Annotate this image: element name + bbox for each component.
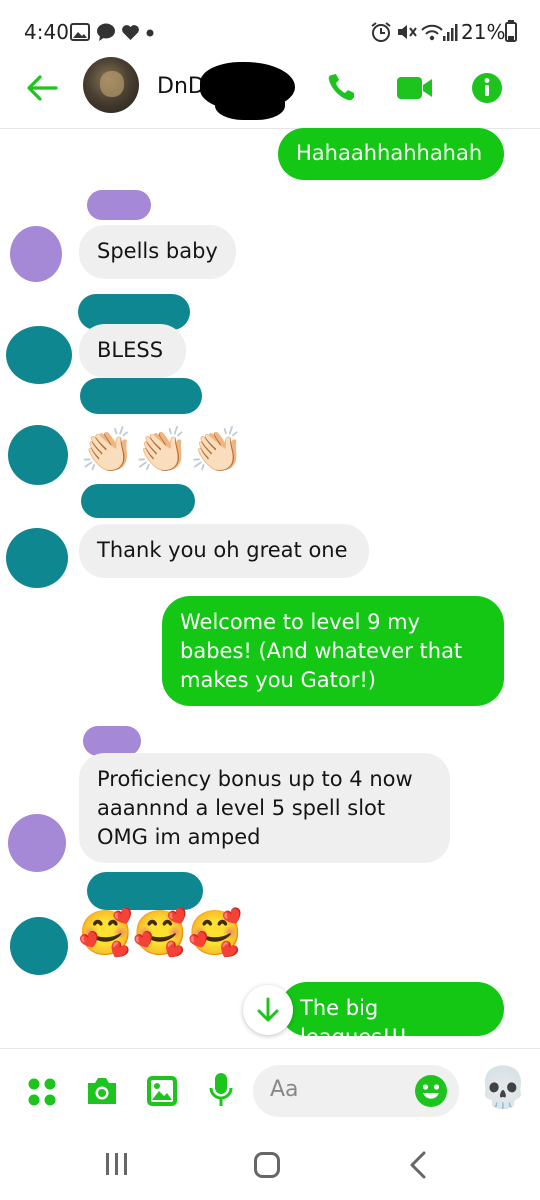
message-line: OMG im amped (97, 825, 261, 849)
emoji-message[interactable]: 👏🏻👏🏻👏🏻 (80, 425, 244, 477)
emoji-icon[interactable] (414, 1074, 448, 1108)
conversation-title[interactable]: DnD (157, 74, 205, 99)
message-text: Spells baby (97, 239, 218, 263)
message-line: aaannnd a level 5 spell slot (97, 796, 386, 820)
message-line: babes! (And whatever that (180, 639, 463, 663)
info-icon[interactable] (471, 72, 503, 104)
message-line: Welcome to level 9 my (180, 610, 421, 634)
apps-grid-icon[interactable] (27, 1077, 57, 1107)
battery-icon (505, 20, 517, 42)
redacted-sender-name (81, 484, 195, 518)
message-bubble-outgoing[interactable]: Welcome to level 9 my babes! (And whatev… (162, 596, 504, 706)
status-bar: 4:40 21% (0, 0, 540, 62)
message-input[interactable]: Aa (253, 1065, 459, 1117)
message-line: Proficiency bonus up to 4 now (97, 767, 413, 791)
message-input-placeholder: Aa (270, 1077, 299, 1102)
signal-icon (443, 24, 458, 41)
message-text: BLESS (97, 338, 164, 362)
group-avatar[interactable] (83, 57, 139, 113)
heart-icon (122, 25, 139, 40)
dot-icon (146, 29, 154, 37)
message-bubble-incoming[interactable]: Thank you oh great one (79, 524, 369, 578)
phone-icon[interactable] (325, 72, 357, 104)
system-nav-bar (0, 1132, 540, 1200)
redacted-sender-avatar (6, 326, 72, 384)
arrow-left-icon[interactable] (26, 74, 58, 102)
message-bubble-incoming[interactable]: Proficiency bonus up to 4 now aaannnd a … (79, 753, 450, 863)
gallery-icon (70, 23, 90, 41)
battery-percent: 21% (461, 20, 506, 44)
redacted-sender-name (87, 190, 151, 220)
video-camera-icon[interactable] (396, 74, 434, 102)
recent-apps-icon[interactable] (104, 1151, 130, 1177)
message-text: Hahaahhahhahah (296, 141, 483, 165)
redacted-sender-name (83, 726, 141, 756)
scroll-to-bottom-button[interactable] (243, 985, 293, 1035)
redacted-sender-name (80, 378, 202, 414)
alarm-icon (371, 22, 391, 42)
conversation-header: DnD (0, 57, 540, 129)
avatar-figure (100, 71, 124, 97)
message-line: makes you Gator!) (180, 668, 377, 692)
message-text: The big leagues!!! (300, 996, 408, 1049)
microphone-icon[interactable] (208, 1071, 234, 1109)
message-bubble-incoming[interactable]: Spells baby (79, 225, 236, 279)
camera-icon[interactable] (85, 1075, 119, 1107)
chat-bubble-icon (97, 23, 115, 41)
redacted-sender-avatar (10, 226, 62, 282)
gallery-icon[interactable] (146, 1075, 178, 1107)
redaction-mark (215, 84, 285, 120)
back-icon[interactable] (408, 1150, 428, 1180)
wifi-icon (421, 24, 443, 41)
redacted-sender-avatar (6, 528, 68, 588)
message-bubble-outgoing[interactable]: Hahaahhahhahah (278, 128, 504, 180)
redacted-sender-avatar (10, 917, 68, 975)
composer-bar: Aa 💀 (0, 1048, 540, 1133)
clock: 4:40 (24, 20, 69, 44)
skull-icon[interactable]: 💀 (478, 1063, 528, 1113)
arrow-down-icon (257, 997, 279, 1022)
redacted-sender-avatar (8, 814, 66, 872)
home-icon[interactable] (253, 1151, 281, 1179)
redacted-sender-name (87, 872, 203, 910)
emoji-message[interactable]: 🥰🥰🥰 (78, 908, 242, 960)
mute-icon (398, 25, 417, 39)
message-bubble-outgoing[interactable]: The big leagues!!! (280, 982, 504, 1049)
redacted-sender-avatar (8, 425, 68, 485)
message-bubble-incoming[interactable]: BLESS (79, 324, 186, 378)
message-text: Thank you oh great one (97, 538, 348, 562)
